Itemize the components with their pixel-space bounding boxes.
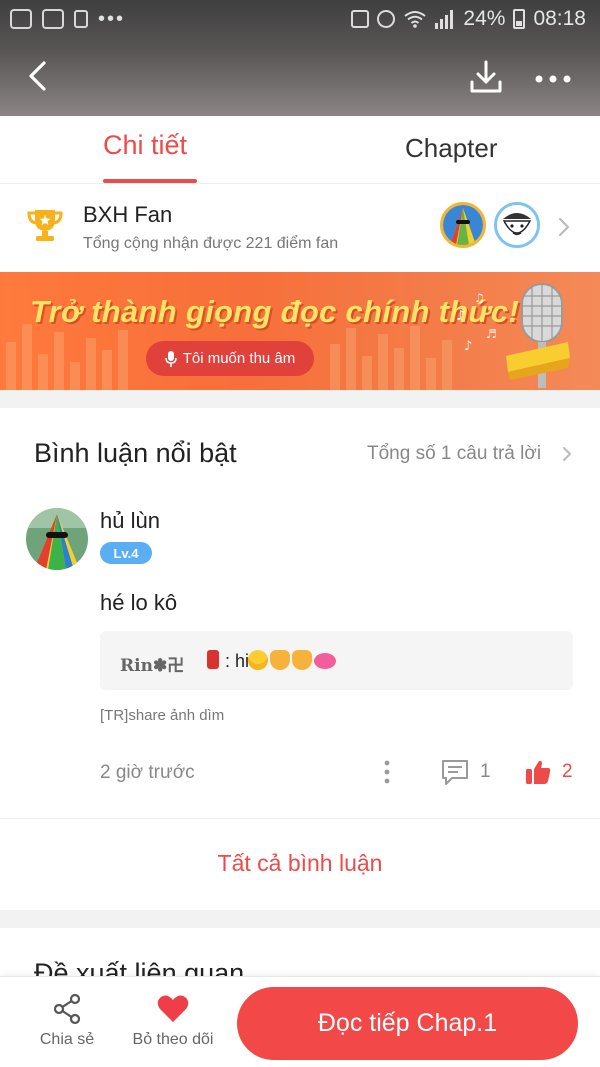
battery-percent: 24% xyxy=(463,7,506,30)
thumbs-up-icon xyxy=(526,760,551,784)
share-icon xyxy=(53,993,81,1025)
comment-timestamp: 2 giờ trước xyxy=(100,762,195,783)
reply-text: : hi xyxy=(225,651,250,671)
fan-points-summary: Tổng cộng nhận được 221 điểm fan xyxy=(83,235,339,252)
svg-text:♬: ♬ xyxy=(486,327,497,341)
download-icon[interactable] xyxy=(466,58,506,98)
top-header: ••• 24% 08:18 xyxy=(0,0,600,116)
reply-button[interactable]: 1 xyxy=(440,757,491,787)
more-options-icon[interactable] xyxy=(530,60,576,96)
trophy-icon xyxy=(27,210,63,241)
level-badge: Lv.4 xyxy=(100,542,152,564)
youtube-notification-icon xyxy=(10,9,32,29)
banner-title: Trở thành giọng đọc chính thức! xyxy=(30,294,520,329)
comment-source: [TR]share ảnh dìm xyxy=(100,707,225,724)
reply-username: Rin✽卍 xyxy=(120,656,185,676)
continue-reading-button[interactable]: Đọc tiếp Chap.1 xyxy=(237,987,578,1060)
alarm-icon xyxy=(377,10,396,28)
status-bar-notifications: ••• xyxy=(10,9,125,29)
fan-avatar-image xyxy=(497,205,537,245)
chevron-right-icon xyxy=(558,217,570,237)
reply-emojis xyxy=(248,650,336,670)
svg-text:♫: ♫ xyxy=(474,291,485,305)
fan-avatar-image xyxy=(443,205,483,245)
total-replies-link[interactable]: Tổng số 1 câu trả lời xyxy=(367,443,541,465)
sunglasses-emoji-icon xyxy=(248,650,268,670)
status-bar-system: 24% 08:18 xyxy=(351,7,586,31)
share-button[interactable]: Chia sẻ xyxy=(22,993,112,1049)
reply-count: 1 xyxy=(480,761,491,782)
microphone-icon xyxy=(164,350,177,367)
svg-text:♪: ♪ xyxy=(464,339,472,354)
battery-icon xyxy=(513,9,526,29)
section-separator xyxy=(0,390,600,408)
chevron-right-icon[interactable] xyxy=(561,445,573,463)
gallery-notification-icon xyxy=(42,9,64,29)
two-hearts-emoji-icon xyxy=(314,653,336,669)
red-flag-emoji-icon xyxy=(207,650,219,669)
data-saver-icon xyxy=(351,10,370,28)
tab-chapter[interactable]: Chapter xyxy=(405,133,498,164)
tab-bar: Chi tiết Chapter xyxy=(0,116,600,184)
commenter-avatar[interactable] xyxy=(26,508,88,570)
voice-recording-banner[interactable]: Trở thành giọng đọc chính thức! Tôi muốn… xyxy=(0,272,600,390)
studio-microphone-icon: ♪ ♫ ♪ ♬ xyxy=(456,283,570,388)
svg-text:♪: ♪ xyxy=(456,308,465,324)
status-bar: ••• 24% 08:18 xyxy=(0,0,600,40)
commenter-username[interactable]: hủ lùn xyxy=(100,508,160,534)
commenter-avatar-image xyxy=(26,508,88,570)
fan-ranking-title: BXH Fan xyxy=(83,202,173,227)
unfollow-label: Bỏ theo dõi xyxy=(132,1031,214,1048)
back-arrow-icon[interactable] xyxy=(22,58,58,94)
like-button[interactable]: 2 xyxy=(524,757,573,787)
second-fan-avatar[interactable] xyxy=(494,202,540,248)
all-comments-link[interactable]: Tất cả bình luận xyxy=(0,850,600,877)
comment-options-icon[interactable] xyxy=(380,758,394,786)
unfollow-button[interactable]: Bỏ theo dõi xyxy=(128,993,218,1049)
active-tab-indicator xyxy=(103,179,197,183)
fan-ranking-row[interactable]: BXH Fan Tổng cộng nhận được 221 điểm fan xyxy=(0,184,600,272)
featured-comments-title: Bình luận nổi bật xyxy=(34,438,237,468)
cell-signal-icon xyxy=(435,9,455,29)
wifi-icon xyxy=(404,11,427,28)
rock-hand-emoji-icon xyxy=(292,650,312,670)
divider xyxy=(0,818,600,819)
tab-detail[interactable]: Chi tiết xyxy=(103,130,187,161)
record-button-label: Tôi muốn thu âm xyxy=(182,350,296,367)
section-separator xyxy=(0,910,600,928)
more-notifications-icon: ••• xyxy=(98,8,126,30)
clipboard-notification-icon xyxy=(74,10,88,28)
comment-text: hé lo kô xyxy=(100,590,178,615)
clock: 08:18 xyxy=(533,7,586,30)
top-fan-avatar[interactable] xyxy=(440,202,486,248)
share-label: Chia sẻ xyxy=(39,1031,95,1048)
rock-hand-emoji-icon xyxy=(270,650,290,670)
heart-icon xyxy=(157,995,189,1022)
record-button[interactable]: Tôi muốn thu âm xyxy=(146,341,314,376)
bottom-action-bar: Chia sẻ Bỏ theo dõi Đọc tiếp Chap.1 xyxy=(0,976,600,1067)
reply-preview[interactable]: Rin✽卍 : hi xyxy=(100,631,573,690)
like-count: 2 xyxy=(562,761,573,782)
comment-bubble-icon xyxy=(442,760,468,785)
